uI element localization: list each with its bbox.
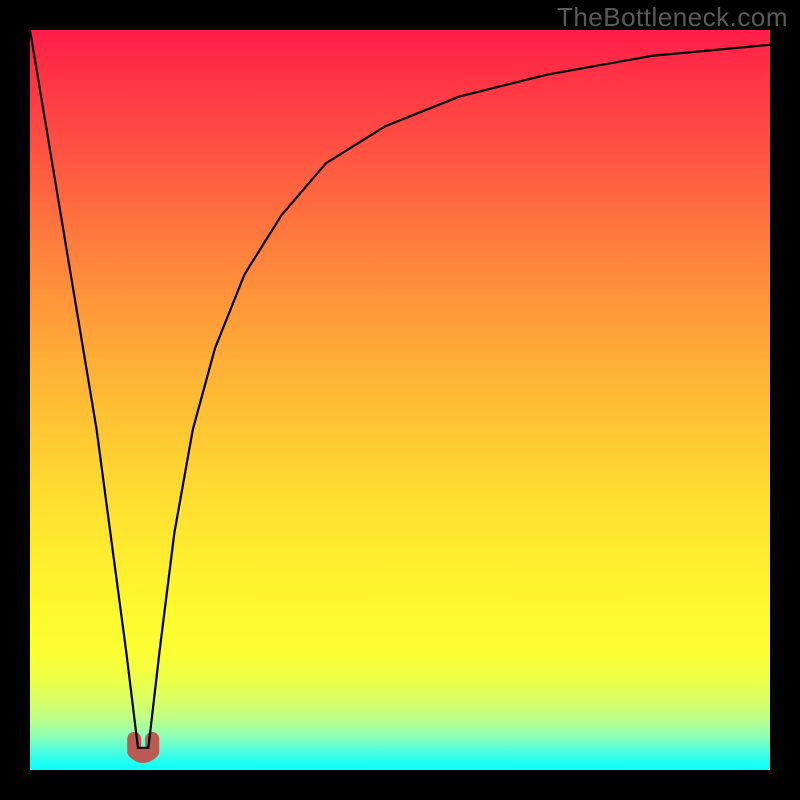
watermark-text: TheBottleneck.com: [557, 2, 788, 33]
chart-frame: TheBottleneck.com: [0, 0, 800, 800]
curve-svg: [30, 30, 770, 770]
bottleneck-curve-path: [30, 30, 770, 748]
plot-area: [30, 30, 770, 770]
